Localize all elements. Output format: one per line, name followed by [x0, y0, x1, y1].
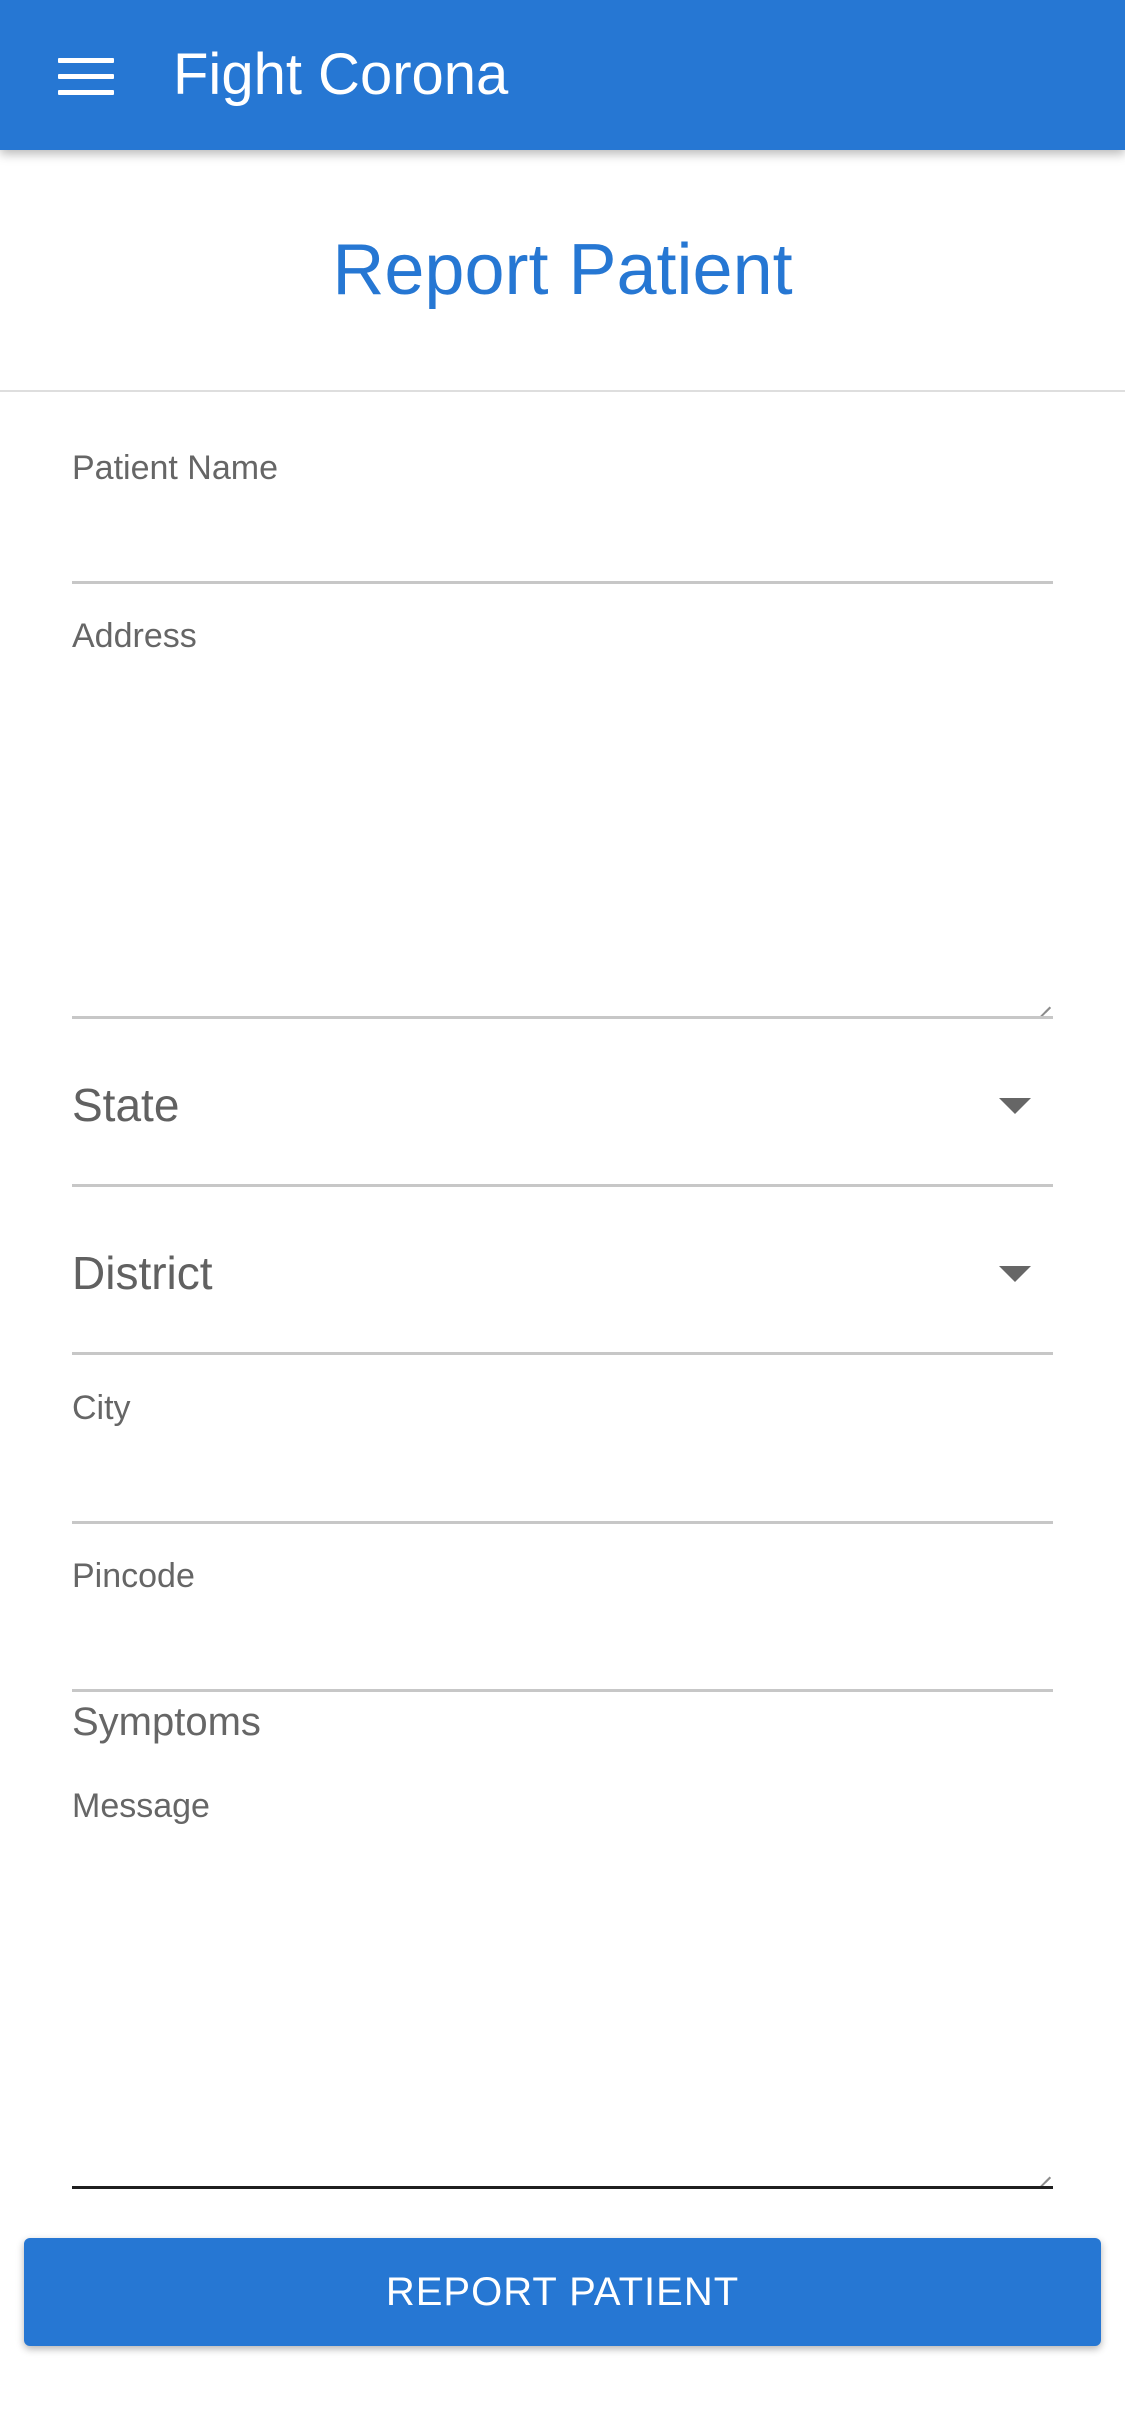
hamburger-menu-icon[interactable] [58, 58, 114, 96]
address-label: Address [72, 617, 197, 655]
pincode-underline [72, 1689, 1053, 1692]
message-textarea[interactable] [72, 1844, 1053, 2169]
header-divider [0, 390, 1125, 392]
message-label: Message [72, 1787, 210, 1825]
report-patient-button[interactable]: REPORT PATIENT [24, 2238, 1101, 2346]
state-select-label: State [72, 1079, 180, 1131]
address-field: Address [72, 614, 1053, 1020]
address-textarea[interactable] [72, 674, 1053, 1004]
dropdown-arrow-icon [999, 1266, 1031, 1282]
app-title: Fight Corona [173, 42, 509, 107]
district-underline [72, 1352, 1053, 1355]
district-select[interactable]: District [72, 1186, 1053, 1356]
message-field: Message [72, 1784, 1053, 2190]
patient-name-field: Patient Name [72, 446, 1053, 586]
dropdown-arrow-icon [999, 1098, 1031, 1114]
state-select[interactable]: State [72, 1018, 1053, 1188]
city-field: City [72, 1386, 1053, 1526]
message-underline [72, 2186, 1053, 2189]
page-title: Report Patient [332, 230, 793, 310]
city-underline [72, 1521, 1053, 1524]
pincode-input[interactable] [72, 1614, 1053, 1676]
district-select-label: District [72, 1247, 213, 1299]
patient-name-input[interactable] [72, 506, 1053, 568]
pincode-field: Pincode [72, 1554, 1053, 1694]
symptoms-heading: Symptoms [72, 1700, 261, 1744]
app-bar: Fight Corona [0, 0, 1125, 150]
city-input[interactable] [72, 1446, 1053, 1508]
message-resize-handle[interactable] [1037, 2164, 1051, 2178]
city-label: City [72, 1389, 131, 1427]
pincode-label: Pincode [72, 1557, 195, 1595]
address-resize-handle[interactable] [1037, 994, 1051, 1008]
patient-name-label: Patient Name [72, 449, 278, 487]
patient-name-underline [72, 581, 1053, 584]
